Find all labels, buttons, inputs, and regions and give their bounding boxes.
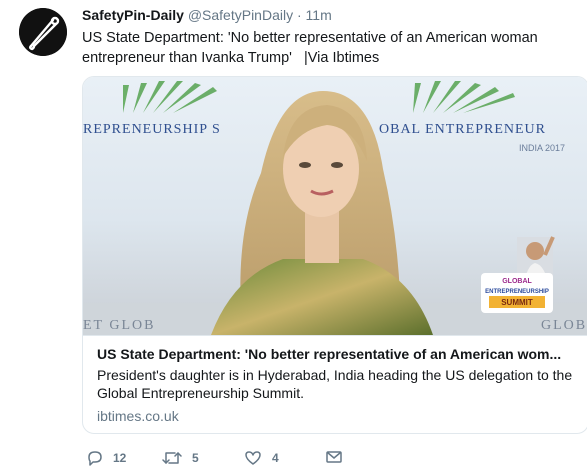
logo-line-3: SUMMIT xyxy=(501,298,533,307)
tweet-timestamp[interactable]: 11m xyxy=(306,7,332,23)
like-button[interactable]: 4 xyxy=(244,450,279,466)
link-card[interactable]: REPRENEURSHIP S OBAL ENTREPRENEUR INDIA … xyxy=(82,76,587,434)
heart-icon xyxy=(245,451,261,465)
card-description: President's daughter is in Hyderabad, In… xyxy=(97,367,573,401)
banner-subtext: INDIA 2017 xyxy=(519,143,565,153)
card-image[interactable]: REPRENEURSHIP S OBAL ENTREPRENEUR INDIA … xyxy=(83,77,587,335)
banner-text-left: REPRENEURSHIP S xyxy=(83,122,221,137)
tweet-text: US State Department: 'No better represen… xyxy=(82,30,542,66)
retweet-icon xyxy=(162,452,182,464)
direct-message-icon xyxy=(326,451,342,463)
tweet-actions: 12 5 4 xyxy=(82,450,587,468)
reply-icon xyxy=(88,451,102,466)
stage-text-right: GLOB xyxy=(541,318,587,333)
user-handle[interactable]: @SafetyPinDaily xyxy=(188,7,293,23)
retweet-button[interactable]: 5 xyxy=(162,450,199,466)
banner-text-right: OBAL ENTREPRENEUR xyxy=(379,122,546,137)
logo-line-2: ENTREPRENEURSHIP xyxy=(485,289,549,295)
reply-count: 12 xyxy=(113,451,127,465)
display-name[interactable]: SafetyPin-Daily xyxy=(82,7,184,23)
safety-pin-logo-icon xyxy=(19,8,67,56)
retweet-count: 5 xyxy=(192,451,199,465)
stage-text-left: ET GLOB xyxy=(83,318,155,333)
card-domain[interactable]: ibtimes.co.uk xyxy=(97,408,179,424)
card-title[interactable]: US State Department: 'No better represen… xyxy=(97,346,577,362)
tweet-header: SafetyPin-Daily @SafetyPinDaily · 11m xyxy=(82,7,332,23)
direct-message-button[interactable] xyxy=(326,450,342,464)
like-count: 4 xyxy=(272,451,279,465)
logo-line-1: GLOBAL xyxy=(502,278,532,285)
separator-dot: · xyxy=(296,7,302,23)
card-body[interactable]: US State Department: 'No better represen… xyxy=(83,335,587,433)
avatar[interactable] xyxy=(19,8,67,56)
reply-button[interactable]: 12 xyxy=(87,450,126,466)
